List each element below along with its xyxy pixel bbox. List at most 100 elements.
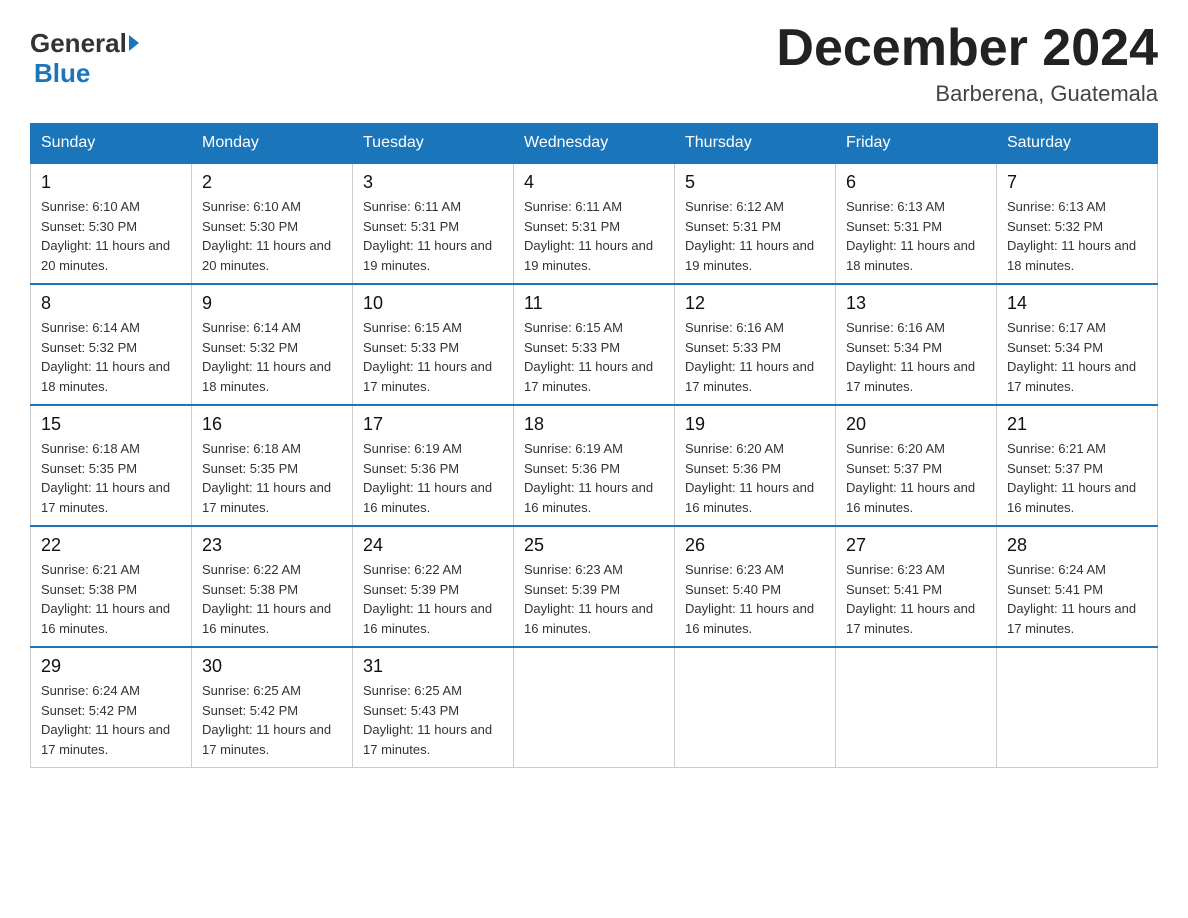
calendar-cell: 28 Sunrise: 6:24 AMSunset: 5:41 PMDaylig… — [997, 526, 1158, 647]
day-info: Sunrise: 6:18 AMSunset: 5:35 PMDaylight:… — [41, 441, 170, 515]
page-header: General Blue December 2024 Barberena, Gu… — [30, 20, 1158, 107]
calendar-cell: 15 Sunrise: 6:18 AMSunset: 5:35 PMDaylig… — [31, 405, 192, 526]
day-number: 29 — [41, 656, 181, 677]
day-info: Sunrise: 6:11 AMSunset: 5:31 PMDaylight:… — [363, 199, 492, 273]
day-info: Sunrise: 6:14 AMSunset: 5:32 PMDaylight:… — [202, 320, 331, 394]
day-info: Sunrise: 6:23 AMSunset: 5:41 PMDaylight:… — [846, 562, 975, 636]
day-info: Sunrise: 6:15 AMSunset: 5:33 PMDaylight:… — [524, 320, 653, 394]
day-number: 11 — [524, 293, 664, 314]
day-info: Sunrise: 6:16 AMSunset: 5:34 PMDaylight:… — [846, 320, 975, 394]
logo-arrow-icon — [129, 35, 139, 51]
calendar-cell: 24 Sunrise: 6:22 AMSunset: 5:39 PMDaylig… — [353, 526, 514, 647]
calendar-cell — [836, 647, 997, 768]
calendar-cell: 21 Sunrise: 6:21 AMSunset: 5:37 PMDaylig… — [997, 405, 1158, 526]
day-number: 6 — [846, 172, 986, 193]
day-number: 30 — [202, 656, 342, 677]
day-info: Sunrise: 6:25 AMSunset: 5:42 PMDaylight:… — [202, 683, 331, 757]
day-info: Sunrise: 6:21 AMSunset: 5:38 PMDaylight:… — [41, 562, 170, 636]
day-info: Sunrise: 6:20 AMSunset: 5:37 PMDaylight:… — [846, 441, 975, 515]
calendar-cell: 22 Sunrise: 6:21 AMSunset: 5:38 PMDaylig… — [31, 526, 192, 647]
calendar-cell: 4 Sunrise: 6:11 AMSunset: 5:31 PMDayligh… — [514, 163, 675, 284]
day-number: 4 — [524, 172, 664, 193]
month-title: December 2024 — [776, 20, 1158, 77]
day-number: 20 — [846, 414, 986, 435]
day-info: Sunrise: 6:24 AMSunset: 5:42 PMDaylight:… — [41, 683, 170, 757]
calendar-cell: 25 Sunrise: 6:23 AMSunset: 5:39 PMDaylig… — [514, 526, 675, 647]
day-number: 18 — [524, 414, 664, 435]
calendar-week-row: 8 Sunrise: 6:14 AMSunset: 5:32 PMDayligh… — [31, 284, 1158, 405]
day-number: 15 — [41, 414, 181, 435]
header-sunday: Sunday — [31, 124, 192, 164]
day-info: Sunrise: 6:19 AMSunset: 5:36 PMDaylight:… — [363, 441, 492, 515]
day-info: Sunrise: 6:11 AMSunset: 5:31 PMDaylight:… — [524, 199, 653, 273]
day-info: Sunrise: 6:22 AMSunset: 5:38 PMDaylight:… — [202, 562, 331, 636]
day-info: Sunrise: 6:18 AMSunset: 5:35 PMDaylight:… — [202, 441, 331, 515]
calendar-cell: 30 Sunrise: 6:25 AMSunset: 5:42 PMDaylig… — [192, 647, 353, 768]
calendar-cell: 6 Sunrise: 6:13 AMSunset: 5:31 PMDayligh… — [836, 163, 997, 284]
day-number: 25 — [524, 535, 664, 556]
calendar-table: SundayMondayTuesdayWednesdayThursdayFrid… — [30, 123, 1158, 768]
calendar-cell: 3 Sunrise: 6:11 AMSunset: 5:31 PMDayligh… — [353, 163, 514, 284]
day-number: 24 — [363, 535, 503, 556]
day-number: 7 — [1007, 172, 1147, 193]
day-number: 26 — [685, 535, 825, 556]
day-number: 9 — [202, 293, 342, 314]
logo: General Blue — [30, 20, 141, 89]
calendar-week-row: 29 Sunrise: 6:24 AMSunset: 5:42 PMDaylig… — [31, 647, 1158, 768]
calendar-cell: 16 Sunrise: 6:18 AMSunset: 5:35 PMDaylig… — [192, 405, 353, 526]
day-info: Sunrise: 6:19 AMSunset: 5:36 PMDaylight:… — [524, 441, 653, 515]
day-number: 1 — [41, 172, 181, 193]
logo-general-text: General — [30, 30, 127, 56]
day-info: Sunrise: 6:24 AMSunset: 5:41 PMDaylight:… — [1007, 562, 1136, 636]
day-info: Sunrise: 6:17 AMSunset: 5:34 PMDaylight:… — [1007, 320, 1136, 394]
day-number: 21 — [1007, 414, 1147, 435]
calendar-cell: 11 Sunrise: 6:15 AMSunset: 5:33 PMDaylig… — [514, 284, 675, 405]
day-info: Sunrise: 6:14 AMSunset: 5:32 PMDaylight:… — [41, 320, 170, 394]
day-info: Sunrise: 6:16 AMSunset: 5:33 PMDaylight:… — [685, 320, 814, 394]
day-number: 27 — [846, 535, 986, 556]
calendar-cell — [997, 647, 1158, 768]
calendar-cell: 1 Sunrise: 6:10 AMSunset: 5:30 PMDayligh… — [31, 163, 192, 284]
logo-blue-text: Blue — [34, 58, 90, 88]
header-thursday: Thursday — [675, 124, 836, 164]
day-info: Sunrise: 6:15 AMSunset: 5:33 PMDaylight:… — [363, 320, 492, 394]
calendar-cell — [514, 647, 675, 768]
day-number: 23 — [202, 535, 342, 556]
day-info: Sunrise: 6:22 AMSunset: 5:39 PMDaylight:… — [363, 562, 492, 636]
calendar-cell: 20 Sunrise: 6:20 AMSunset: 5:37 PMDaylig… — [836, 405, 997, 526]
day-number: 14 — [1007, 293, 1147, 314]
calendar-cell: 18 Sunrise: 6:19 AMSunset: 5:36 PMDaylig… — [514, 405, 675, 526]
calendar-cell: 14 Sunrise: 6:17 AMSunset: 5:34 PMDaylig… — [997, 284, 1158, 405]
day-number: 2 — [202, 172, 342, 193]
day-number: 19 — [685, 414, 825, 435]
day-number: 5 — [685, 172, 825, 193]
calendar-week-row: 22 Sunrise: 6:21 AMSunset: 5:38 PMDaylig… — [31, 526, 1158, 647]
calendar-cell: 7 Sunrise: 6:13 AMSunset: 5:32 PMDayligh… — [997, 163, 1158, 284]
calendar-cell: 29 Sunrise: 6:24 AMSunset: 5:42 PMDaylig… — [31, 647, 192, 768]
header-saturday: Saturday — [997, 124, 1158, 164]
day-info: Sunrise: 6:12 AMSunset: 5:31 PMDaylight:… — [685, 199, 814, 273]
calendar-cell: 12 Sunrise: 6:16 AMSunset: 5:33 PMDaylig… — [675, 284, 836, 405]
header-tuesday: Tuesday — [353, 124, 514, 164]
day-info: Sunrise: 6:13 AMSunset: 5:31 PMDaylight:… — [846, 199, 975, 273]
day-number: 22 — [41, 535, 181, 556]
calendar-week-row: 1 Sunrise: 6:10 AMSunset: 5:30 PMDayligh… — [31, 163, 1158, 284]
calendar-cell: 2 Sunrise: 6:10 AMSunset: 5:30 PMDayligh… — [192, 163, 353, 284]
day-info: Sunrise: 6:23 AMSunset: 5:40 PMDaylight:… — [685, 562, 814, 636]
calendar-cell: 5 Sunrise: 6:12 AMSunset: 5:31 PMDayligh… — [675, 163, 836, 284]
calendar-cell: 23 Sunrise: 6:22 AMSunset: 5:38 PMDaylig… — [192, 526, 353, 647]
day-number: 16 — [202, 414, 342, 435]
calendar-cell: 10 Sunrise: 6:15 AMSunset: 5:33 PMDaylig… — [353, 284, 514, 405]
day-info: Sunrise: 6:23 AMSunset: 5:39 PMDaylight:… — [524, 562, 653, 636]
calendar-cell: 31 Sunrise: 6:25 AMSunset: 5:43 PMDaylig… — [353, 647, 514, 768]
calendar-cell: 8 Sunrise: 6:14 AMSunset: 5:32 PMDayligh… — [31, 284, 192, 405]
calendar-header-row: SundayMondayTuesdayWednesdayThursdayFrid… — [31, 124, 1158, 164]
calendar-cell: 13 Sunrise: 6:16 AMSunset: 5:34 PMDaylig… — [836, 284, 997, 405]
day-info: Sunrise: 6:13 AMSunset: 5:32 PMDaylight:… — [1007, 199, 1136, 273]
day-info: Sunrise: 6:20 AMSunset: 5:36 PMDaylight:… — [685, 441, 814, 515]
calendar-cell: 17 Sunrise: 6:19 AMSunset: 5:36 PMDaylig… — [353, 405, 514, 526]
day-info: Sunrise: 6:25 AMSunset: 5:43 PMDaylight:… — [363, 683, 492, 757]
day-info: Sunrise: 6:10 AMSunset: 5:30 PMDaylight:… — [41, 199, 170, 273]
calendar-cell: 9 Sunrise: 6:14 AMSunset: 5:32 PMDayligh… — [192, 284, 353, 405]
day-info: Sunrise: 6:10 AMSunset: 5:30 PMDaylight:… — [202, 199, 331, 273]
